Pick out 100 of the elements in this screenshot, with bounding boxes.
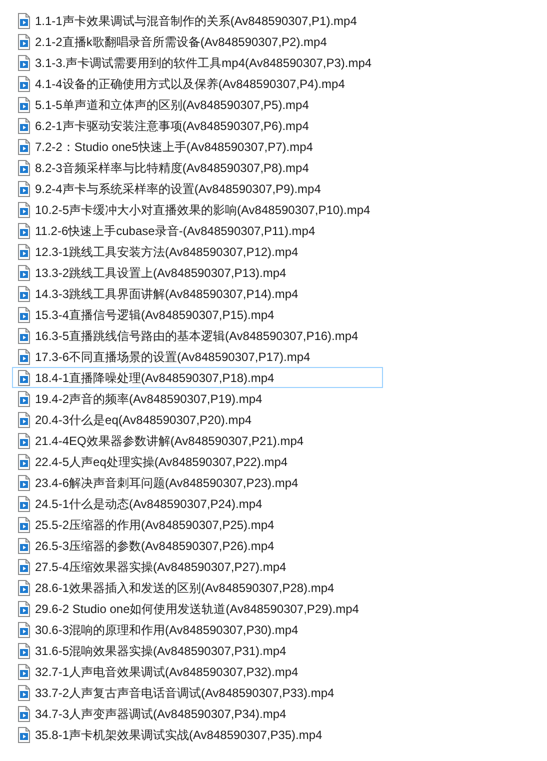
video-file-icon [17, 538, 31, 554]
video-file-icon [17, 558, 31, 574]
file-item[interactable]: 7.2-2：Studio one5快速上手(Av848590307,P7).mp4 [12, 136, 383, 157]
video-file-icon [17, 664, 31, 680]
video-file-icon [17, 244, 31, 260]
file-name: 30.6-3混响的原理和作用(Av848590307,P30).mp4 [35, 622, 298, 638]
video-file-icon [17, 348, 31, 364]
video-file-icon [17, 706, 31, 722]
file-item[interactable]: 17.3-6不同直播场景的设置(Av848590307,P17).mp4 [12, 346, 383, 367]
video-file-icon [17, 138, 31, 154]
file-name: 16.3-5直播跳线信号路由的基本逻辑(Av848590307,P16).mp4 [35, 328, 358, 344]
file-name: 31.6-5混响效果器实操(Av848590307,P31).mp4 [35, 642, 286, 660]
file-name: 32.7-1人声电音效果调试(Av848590307,P32).mp4 [35, 664, 298, 680]
file-name: 18.4-1直播降噪处理(Av848590307,P18).mp4 [35, 370, 274, 386]
file-name: 12.3-1跳线工具安装方法(Av848590307,P12).mp4 [35, 244, 298, 260]
file-item[interactable]: 5.1-5单声道和立体声的区别(Av848590307,P5).mp4 [12, 94, 383, 115]
file-item[interactable]: 34.7-3人声变声器调试(Av848590307,P34).mp4 [12, 703, 383, 724]
file-name: 22.4-5人声eq处理实操(Av848590307,P22).mp4 [35, 454, 288, 470]
file-name: 8.2-3音频采样率与比特精度(Av848590307,P8).mp4 [35, 160, 309, 176]
file-item[interactable]: 19.4-2声音的频率(Av848590307,P19).mp4 [12, 388, 383, 409]
file-item[interactable]: 26.5-3压缩器的参数(Av848590307,P26).mp4 [12, 535, 383, 556]
video-file-icon [17, 264, 31, 280]
video-file-icon [17, 580, 31, 596]
file-item[interactable]: 35.8-1声卡机架效果调试实战(Av848590307,P35).mp4 [12, 724, 383, 745]
video-file-icon [17, 496, 31, 512]
file-item[interactable]: 13.3-2跳线工具设置上(Av848590307,P13).mp4 [12, 262, 383, 283]
video-file-icon [17, 286, 31, 302]
file-item[interactable]: 11.2-6快速上手cubase录音-(Av848590307,P11).mp4 [12, 220, 383, 241]
file-item[interactable]: 9.2-4声卡与系统采样率的设置(Av848590307,P9).mp4 [12, 178, 383, 199]
video-file-icon [17, 118, 31, 134]
video-file-icon [17, 202, 31, 218]
file-item[interactable]: 22.4-5人声eq处理实操(Av848590307,P22).mp4 [12, 451, 383, 472]
video-file-icon [17, 370, 31, 386]
file-item[interactable]: 3.1-3.声卡调试需要用到的软件工具mp4(Av848590307,P3).mp4 [12, 52, 383, 73]
file-name: 4.1-4设备的正确使用方式以及保养(Av848590307,P4).mp4 [35, 76, 345, 92]
video-file-icon [17, 222, 31, 238]
file-item[interactable]: 28.6-1效果器插入和发送的区别(Av848590307,P28).mp4 [12, 577, 383, 598]
video-file-icon [17, 516, 31, 532]
file-item[interactable]: 18.4-1直播降噪处理(Av848590307,P18).mp4 [12, 367, 383, 388]
file-item[interactable]: 30.6-3混响的原理和作用(Av848590307,P30).mp4 [12, 619, 383, 640]
file-item[interactable]: 33.7-2人声复古声音电话音调试(Av848590307,P33).mp4 [12, 682, 383, 703]
file-name: 7.2-2：Studio one5快速上手(Av848590307,P7).mp4 [35, 138, 313, 156]
file-item[interactable]: 31.6-5混响效果器实操(Av848590307,P31).mp4 [12, 640, 383, 661]
file-name: 23.4-6解决声音刺耳问题(Av848590307,P23).mp4 [35, 474, 298, 492]
file-item[interactable]: 12.3-1跳线工具安装方法(Av848590307,P12).mp4 [12, 241, 383, 262]
file-item[interactable]: 10.2-5声卡缓冲大小对直播效果的影响(Av848590307,P10).mp4 [12, 199, 383, 220]
file-name: 25.5-2压缩器的作用(Av848590307,P25).mp4 [35, 516, 274, 534]
file-item[interactable]: 8.2-3音频采样率与比特精度(Av848590307,P8).mp4 [12, 157, 383, 178]
file-name: 6.2-1声卡驱动安装注意事项(Av848590307,P6).mp4 [35, 118, 309, 134]
file-name: 14.3-3跳线工具界面讲解(Av848590307,P14).mp4 [35, 286, 298, 302]
file-item[interactable]: 24.5-1什么是动态(Av848590307,P24).mp4 [12, 493, 383, 514]
video-file-icon [17, 684, 31, 700]
file-item[interactable]: 21.4-4EQ效果器参数讲解(Av848590307,P21).mp4 [12, 430, 383, 451]
file-name: 3.1-3.声卡调试需要用到的软件工具mp4(Av848590307,P3).mp4 [35, 54, 372, 72]
video-file-icon [17, 390, 31, 406]
file-name: 10.2-5声卡缓冲大小对直播效果的影响(Av848590307,P10).mp4 [35, 202, 370, 218]
file-item[interactable]: 23.4-6解决声音刺耳问题(Av848590307,P23).mp4 [12, 472, 383, 493]
file-item[interactable]: 16.3-5直播跳线信号路由的基本逻辑(Av848590307,P16).mp4 [12, 325, 383, 346]
file-name: 9.2-4声卡与系统采样率的设置(Av848590307,P9).mp4 [35, 180, 321, 198]
video-file-icon [17, 474, 31, 490]
video-file-icon [17, 306, 31, 322]
file-item[interactable]: 29.6-2 Studio one如何使用发送轨道(Av848590307,P29).mp4 [12, 598, 383, 619]
video-file-icon [17, 642, 31, 658]
video-file-icon [17, 412, 31, 428]
file-name: 35.8-1声卡机架效果调试实战(Av848590307,P35).mp4 [35, 726, 322, 744]
file-name: 19.4-2声音的频率(Av848590307,P19).mp4 [35, 390, 262, 408]
file-name: 15.3-4直播信号逻辑(Av848590307,P15).mp4 [35, 306, 274, 324]
file-item[interactable]: 6.2-1声卡驱动安装注意事项(Av848590307,P6).mp4 [12, 115, 383, 136]
file-name: 26.5-3压缩器的参数(Av848590307,P26).mp4 [35, 538, 274, 554]
file-item[interactable]: 27.5-4压缩效果器实操(Av848590307,P27).mp4 [12, 556, 383, 577]
file-name: 33.7-2人声复古声音电话音调试(Av848590307,P33).mp4 [35, 684, 334, 702]
file-item[interactable]: 20.4-3什么是eq(Av848590307,P20).mp4 [12, 409, 383, 430]
file-item[interactable]: 14.3-3跳线工具界面讲解(Av848590307,P14).mp4 [12, 283, 383, 304]
file-name: 34.7-3人声变声器调试(Av848590307,P34).mp4 [35, 706, 286, 722]
file-item[interactable]: 25.5-2压缩器的作用(Av848590307,P25).mp4 [12, 514, 383, 535]
file-name: 20.4-3什么是eq(Av848590307,P20).mp4 [35, 412, 252, 428]
video-file-icon [17, 160, 31, 176]
video-file-icon [17, 34, 31, 50]
file-item[interactable]: 15.3-4直播信号逻辑(Av848590307,P15).mp4 [12, 304, 383, 325]
file-name: 5.1-5单声道和立体声的区别(Av848590307,P5).mp4 [35, 96, 309, 114]
file-name: 11.2-6快速上手cubase录音-(Av848590307,P11).mp4 [35, 222, 316, 240]
file-name: 1.1-1声卡效果调试与混音制作的关系(Av848590307,P1).mp4 [35, 12, 357, 30]
file-item[interactable]: 2.1-2直播k歌翻唱录音所需设备(Av848590307,P2).mp4 [12, 31, 383, 52]
video-file-icon [17, 328, 31, 344]
video-file-icon [17, 454, 31, 470]
file-name: 2.1-2直播k歌翻唱录音所需设备(Av848590307,P2).mp4 [35, 34, 327, 50]
file-item[interactable]: 32.7-1人声电音效果调试(Av848590307,P32).mp4 [12, 661, 383, 682]
file-name: 21.4-4EQ效果器参数讲解(Av848590307,P21).mp4 [35, 432, 304, 450]
video-file-icon [17, 54, 31, 70]
video-file-icon [17, 12, 31, 28]
file-item[interactable]: 1.1-1声卡效果调试与混音制作的关系(Av848590307,P1).mp4 [12, 10, 383, 31]
video-file-icon [17, 76, 31, 92]
video-file-icon [17, 622, 31, 638]
file-name: 24.5-1什么是动态(Av848590307,P24).mp4 [35, 496, 262, 512]
file-name: 29.6-2 Studio one如何使用发送轨道(Av848590307,P29).mp4 [35, 600, 359, 618]
video-file-icon [17, 726, 31, 742]
video-file-icon [17, 96, 31, 112]
file-name: 17.3-6不同直播场景的设置(Av848590307,P17).mp4 [35, 348, 310, 366]
file-name: 28.6-1效果器插入和发送的区别(Av848590307,P28).mp4 [35, 580, 334, 596]
file-item[interactable]: 4.1-4设备的正确使用方式以及保养(Av848590307,P4).mp4 [12, 73, 383, 94]
